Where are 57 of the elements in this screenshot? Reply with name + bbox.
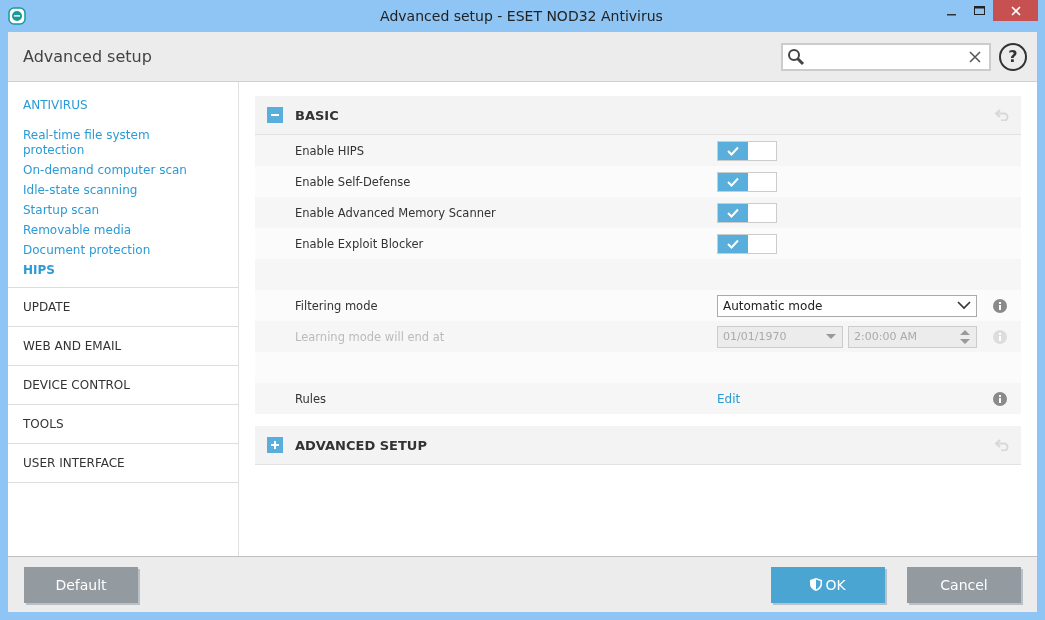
toggle-switch[interactable]	[717, 140, 777, 161]
chevron-down-icon	[957, 301, 971, 310]
setting-label: Filtering mode	[295, 298, 379, 313]
check-icon	[727, 238, 739, 249]
shield-icon	[810, 578, 823, 591]
close-icon	[1010, 5, 1021, 16]
toggle-switch[interactable]	[717, 233, 777, 254]
info-icon[interactable]	[993, 391, 1007, 406]
window-title: Advanced setup - ESET NOD32 Antivirus	[379, 8, 664, 24]
check-icon	[727, 176, 739, 187]
section-title: ADVANCED SETUP	[295, 437, 427, 453]
setting-label: Enable HIPS	[295, 143, 366, 158]
clear-icon[interactable]	[969, 50, 981, 63]
page-title: Advanced setup	[23, 47, 152, 66]
minimize-icon	[946, 14, 956, 16]
help-button[interactable]: ?	[999, 42, 1027, 71]
maximize-icon	[973, 6, 985, 16]
footer-button[interactable]: Default	[24, 566, 138, 603]
sidebar-item[interactable]: Startup scan	[8, 201, 223, 221]
revert-icon[interactable]	[995, 439, 1009, 451]
footer-button[interactable]: OK	[771, 566, 885, 603]
sidebar-item[interactable]: Document protection	[8, 241, 223, 261]
sidebar-category[interactable]: USER INTERFACE	[8, 444, 238, 483]
sidebar-item[interactable]: Real-time file system protection	[8, 126, 223, 161]
section-header[interactable]: ADVANCED SETUP	[255, 426, 1021, 465]
setting-label: Learning mode will end at	[295, 329, 446, 344]
setting-label: Enable Advanced Memory Scanner	[295, 205, 497, 220]
setting-label: Enable Self-Defense	[295, 174, 412, 189]
sidebar-item[interactable]: HIPS	[8, 261, 223, 281]
sidebar-category[interactable]: WEB AND EMAIL	[8, 327, 238, 366]
setting-label: Rules	[295, 391, 328, 406]
revert-icon[interactable]	[995, 109, 1009, 121]
info-icon[interactable]	[993, 298, 1007, 313]
spinner-icon	[960, 328, 970, 345]
section-header[interactable]: BASIC	[255, 96, 1021, 135]
search-icon	[787, 47, 805, 66]
collapse-icon[interactable]	[267, 107, 283, 123]
sidebar-category[interactable]: DEVICE CONTROL	[8, 366, 238, 405]
check-icon	[727, 207, 739, 218]
sidebar-item[interactable]: Removable media	[8, 221, 223, 241]
sidebar-category[interactable]: UPDATE	[8, 288, 238, 327]
edit-link[interactable]: Edit	[717, 391, 741, 406]
toggle-switch[interactable]	[717, 202, 777, 223]
search-field[interactable]	[781, 42, 991, 71]
check-icon	[727, 145, 739, 156]
expand-icon[interactable]	[267, 437, 283, 453]
footer-button[interactable]: Cancel	[907, 566, 1021, 603]
app-logo-icon	[8, 7, 26, 25]
section-title: BASIC	[295, 107, 339, 123]
sidebar-category[interactable]: ANTIVIRUS	[8, 98, 103, 126]
dropdown-arrow-icon	[826, 333, 836, 340]
sidebar-item[interactable]: Idle-state scanning	[8, 181, 223, 201]
toggle-switch[interactable]	[717, 171, 777, 192]
sidebar-item[interactable]: On-demand computer scan	[8, 161, 223, 181]
filtering-mode-dropdown[interactable]: Automatic mode	[717, 294, 977, 317]
setting-label: Enable Exploit Blocker	[295, 236, 425, 251]
sidebar-category[interactable]: TOOLS	[8, 405, 238, 444]
